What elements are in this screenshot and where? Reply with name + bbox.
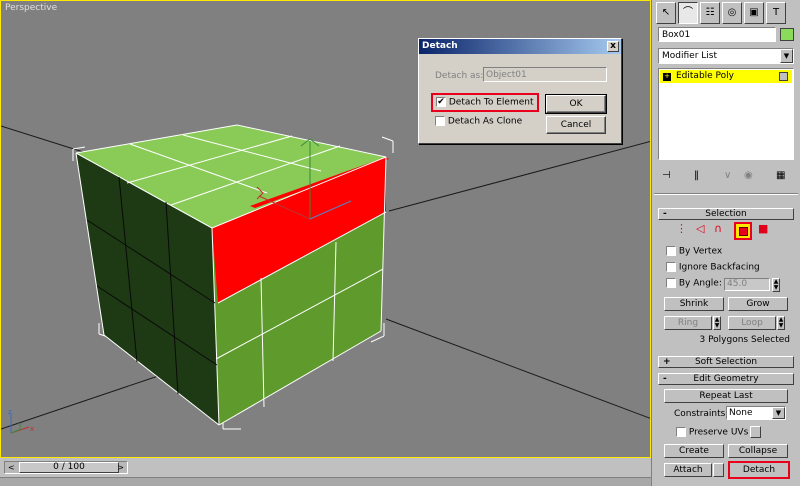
chevron-down-icon[interactable]: ▼ [772, 407, 785, 419]
edit-geometry-rollout-header[interactable]: - Edit Geometry [658, 373, 794, 385]
detach-button[interactable]: Detach [728, 461, 790, 479]
axis-tripod-icon: z x y [8, 408, 34, 434]
border-mode-icon[interactable]: ∩ [714, 222, 722, 235]
ok-button[interactable]: OK [545, 94, 607, 114]
detach-as-input[interactable] [483, 67, 607, 82]
loop-button[interactable]: Loop [728, 316, 776, 330]
cancel-button[interactable]: Cancel [546, 116, 606, 134]
loop-spinner[interactable]: ▲ ▼ [777, 316, 785, 330]
attach-list-button[interactable] [713, 463, 724, 477]
angle-input[interactable]: 45.0 [724, 278, 770, 291]
grid-line [388, 141, 650, 212]
angle-spinner[interactable]: ▲ ▼ [772, 278, 780, 292]
svg-text:z: z [8, 408, 12, 416]
checkbox-box [435, 116, 445, 126]
checkbox-box [666, 262, 676, 272]
svg-text:y: y [18, 421, 22, 429]
shrink-button[interactable]: Shrink [664, 297, 724, 311]
attach-button[interactable]: Attach [664, 463, 712, 477]
grid-line [385, 318, 650, 419]
svg-text:x: x [30, 425, 34, 433]
polygon-mode-icon[interactable] [734, 222, 752, 240]
create-button[interactable]: Create [664, 444, 724, 458]
soft-selection-rollout-header[interactable]: + Soft Selection [658, 356, 794, 368]
timeline: < 0 / 100 > [0, 458, 651, 486]
selection-status: 3 Polygons Selected [699, 335, 790, 345]
close-button[interactable]: x [607, 41, 619, 52]
preserve-uvs-checkbox[interactable]: Preserve UVs [676, 427, 748, 438]
constraints-dropdown[interactable]: None ▼ [726, 406, 786, 420]
collapse-icon: - [663, 374, 667, 384]
element-mode-icon[interactable]: ■ [758, 222, 768, 235]
dialog-titlebar[interactable]: Detach x [419, 39, 621, 54]
dialog-title: Detach [422, 41, 458, 51]
time-slider[interactable]: < 0 / 100 > [4, 461, 128, 474]
ignore-backfacing-checkbox[interactable]: Ignore Backfacing [666, 262, 760, 273]
detach-to-element-checkbox[interactable]: ✔ Detach To Element [431, 93, 539, 112]
preserve-uvs-settings-button[interactable] [750, 426, 761, 438]
by-angle-label: By Angle: [678, 278, 722, 289]
detach-as-clone-label: Detach As Clone [447, 116, 523, 127]
repeat-last-button[interactable]: Repeat Last [664, 389, 788, 403]
checkmark-icon: ✔ [436, 97, 446, 107]
soft-selection-title: Soft Selection [694, 357, 758, 367]
edge-mode-icon[interactable]: ◁ [696, 222, 704, 235]
checkbox-box [666, 246, 676, 256]
rollouts: - Selection ⋮ ◁ ∩ ■ By Vertex Ignore Bac… [654, 0, 798, 486]
close-icon: x [610, 41, 616, 51]
constraints-value: None [729, 408, 753, 418]
next-frame-icon[interactable]: > [117, 463, 124, 472]
detach-as-label: Detach as: [435, 71, 484, 81]
detach-as-clone-checkbox[interactable]: Detach As Clone [435, 116, 522, 127]
detach-to-element-label: Detach To Element [448, 97, 534, 108]
collapse-icon: - [663, 209, 667, 219]
prev-frame-icon[interactable]: < [8, 463, 15, 472]
detach-dialog: Detach x Detach as: ✔ Detach To Element … [418, 38, 622, 144]
ignore-backfacing-label: Ignore Backfacing [678, 262, 760, 273]
checkbox-box [676, 427, 686, 437]
checkbox-box [666, 278, 676, 288]
expand-icon: + [663, 357, 671, 367]
viewport-label[interactable]: Perspective [5, 3, 57, 13]
command-panel: ↖ ⌒ ☷ ◎ ▣ T Modifier List ▼ + Editable P… [651, 0, 800, 486]
constraints-label: Constraints: [674, 409, 729, 419]
by-vertex-checkbox[interactable]: By Vertex [666, 246, 722, 257]
time-slider-thumb[interactable]: 0 / 100 [19, 462, 119, 473]
ring-spinner[interactable]: ▲ ▼ [713, 316, 721, 330]
grow-button[interactable]: Grow [728, 297, 788, 311]
collapse-button[interactable]: Collapse [728, 444, 788, 458]
preserve-uvs-label: Preserve UVs [688, 427, 749, 438]
edit-geometry-title: Edit Geometry [693, 374, 759, 384]
track-bar[interactable] [0, 477, 651, 486]
by-vertex-label: By Vertex [678, 246, 723, 257]
ring-button[interactable]: Ring [664, 316, 712, 330]
vertex-mode-icon[interactable]: ⋮ [676, 222, 687, 235]
selection-title: Selection [705, 209, 747, 219]
by-angle-checkbox[interactable]: By Angle: [666, 278, 722, 289]
selection-rollout-header[interactable]: - Selection [658, 208, 794, 220]
